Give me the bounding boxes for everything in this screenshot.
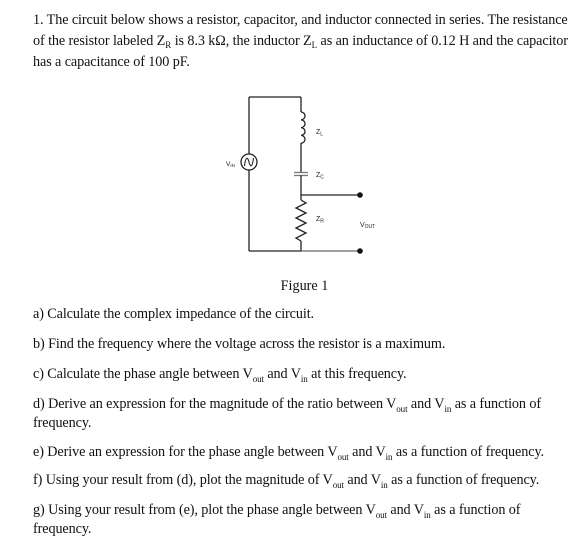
- question-text: f) Using your result from (d), plot the …: [33, 472, 333, 488]
- question-b: b) Find the frequency where the voltage …: [33, 336, 446, 352]
- figure-caption: Figure 1: [280, 278, 329, 294]
- question-text: as a function of frequency.: [387, 472, 540, 488]
- question-text: and V: [407, 396, 445, 412]
- question-text: and V: [386, 502, 424, 518]
- subscript: out: [337, 452, 349, 462]
- output-terminal-top: [357, 192, 363, 198]
- question-text: as a function of frequency.: [392, 444, 544, 460]
- subscript: in: [423, 510, 431, 520]
- question-text: and V: [348, 444, 386, 460]
- subscript: out: [375, 510, 387, 520]
- question-d: d) Derive an expression for the magnitud…: [33, 394, 541, 419]
- inductor-symbol: [300, 111, 306, 144]
- subscript: in: [380, 480, 388, 490]
- subscript: out: [332, 480, 344, 490]
- inductor-label: ZL: [316, 129, 323, 138]
- question-e: e) Derive an expression for the phase an…: [33, 442, 544, 467]
- question-text: and V: [263, 366, 301, 382]
- question-text: c) Calculate the phase angle between V: [33, 366, 253, 382]
- question-g: g) Using your result from (e), plot the …: [33, 500, 521, 525]
- source-label: VIN: [226, 161, 235, 168]
- output-terminal-bottom: [357, 248, 363, 254]
- capacitor-label: ZC: [316, 172, 324, 181]
- output-label: VOUT: [360, 222, 375, 230]
- question-a: a) Calculate the complex impedance of th…: [33, 306, 314, 322]
- question-text: as a function of: [451, 396, 541, 412]
- question-f: f) Using your result from (d), plot the …: [33, 470, 539, 495]
- subscript: in: [300, 374, 308, 384]
- question-text: and V: [343, 472, 381, 488]
- subscript: out: [252, 374, 264, 384]
- question-d-line-2: frequency.: [33, 415, 92, 431]
- question-c: c) Calculate the phase angle between Vou…: [33, 364, 407, 389]
- subscript: out: [396, 404, 408, 414]
- circuit-diagram: VIN ZL ZC ZR VOUT: [226, 96, 375, 254]
- question-text: g) Using your result from (e), plot the …: [33, 502, 376, 518]
- question-text: d) Derive an expression for the magnitud…: [33, 396, 397, 412]
- question-text: as a function of: [430, 502, 521, 518]
- resistor-label: ZR: [316, 216, 324, 225]
- question-text: at this frequency.: [307, 366, 407, 382]
- question-text: e) Derive an expression for the phase an…: [33, 444, 338, 460]
- resistor-symbol: [294, 199, 308, 242]
- question-g-line-2: frequency.: [33, 521, 92, 537]
